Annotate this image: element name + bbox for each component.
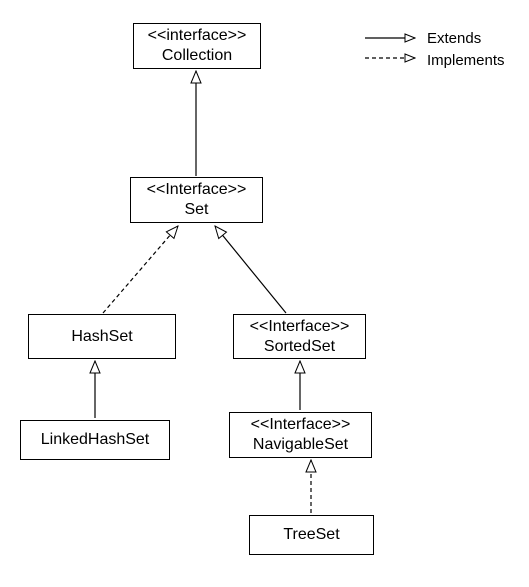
stereotype: <<Interface>> — [147, 180, 247, 200]
legend-extends-row: Extends — [363, 27, 505, 49]
legend-implements-label: Implements — [427, 52, 505, 69]
node-linkedhashset: LinkedHashSet — [20, 420, 170, 460]
legend: Extends Implements — [363, 27, 505, 71]
connectors-layer — [0, 0, 529, 587]
legend-implements-row: Implements — [363, 49, 505, 71]
node-hashset: HashSet — [28, 314, 176, 359]
class-name: NavigableSet — [253, 435, 348, 455]
node-set: <<Interface>> Set — [130, 177, 263, 223]
class-name: HashSet — [71, 327, 132, 347]
class-name: SortedSet — [264, 337, 335, 357]
node-collection: <<interface>> Collection — [133, 23, 261, 69]
class-name: LinkedHashSet — [41, 430, 150, 450]
class-name: Collection — [162, 46, 232, 66]
node-navigableset: <<Interface>> NavigableSet — [229, 412, 372, 458]
stereotype: <<Interface>> — [250, 317, 350, 337]
class-name: Set — [184, 200, 208, 220]
node-sortedset: <<Interface>> SortedSet — [233, 314, 366, 359]
stereotype: <<interface>> — [148, 26, 247, 46]
node-treeset: TreeSet — [249, 515, 374, 555]
legend-extends-label: Extends — [427, 30, 481, 47]
class-name: TreeSet — [283, 525, 339, 545]
stereotype: <<Interface>> — [251, 415, 351, 435]
